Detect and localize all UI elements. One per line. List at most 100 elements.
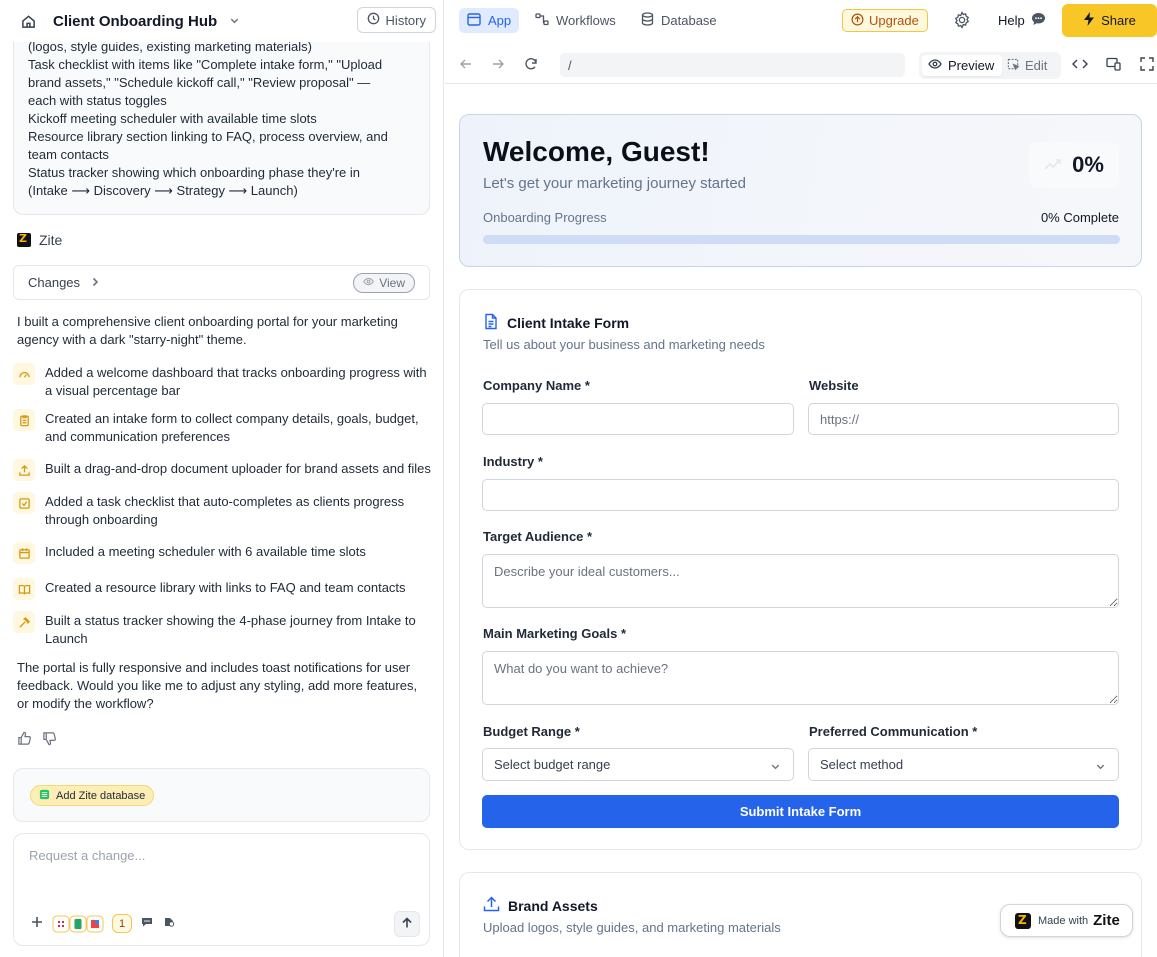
help-label: Help xyxy=(998,13,1025,28)
list-item: Built a status tracker showing the 4-pha… xyxy=(13,611,433,648)
app-preview: Welcome, Guest! Let's get your marketing… xyxy=(445,85,1157,957)
marketing-goals-label: Main Marketing Goals * xyxy=(483,626,627,641)
communication-label: Preferred Communication * xyxy=(809,724,978,739)
spec-line: each with status toggles xyxy=(28,93,167,108)
thumbs-down-icon[interactable] xyxy=(42,731,57,749)
target-audience-textarea[interactable] xyxy=(482,554,1119,608)
feedback-buttons xyxy=(17,731,57,749)
budget-range-select[interactable]: Select budget range xyxy=(482,748,794,781)
submit-intake-button[interactable]: Submit Intake Form xyxy=(482,795,1119,828)
spec-line: Task checklist with items like "Complete… xyxy=(28,57,383,72)
feature-text: Included a meeting scheduler with 6 avai… xyxy=(45,544,366,559)
responsive-view-icon[interactable] xyxy=(1106,57,1122,74)
view-changes-button[interactable]: View xyxy=(353,273,415,293)
progress-bar xyxy=(483,235,1120,244)
tab-app-label: App xyxy=(488,13,512,28)
tab-app[interactable]: App xyxy=(459,8,520,33)
refresh-icon[interactable] xyxy=(524,57,538,74)
project-title[interactable]: Client Onboarding Hub xyxy=(53,13,217,30)
list-item: Created an intake form to collect compan… xyxy=(13,409,433,446)
project-header: Client Onboarding Hub History xyxy=(0,0,444,42)
calendar-icon xyxy=(13,542,35,564)
url-text: / xyxy=(568,57,572,73)
chevron-down-icon xyxy=(770,760,781,775)
chat-composer: 1 xyxy=(13,833,430,946)
preview-mode-button[interactable]: Preview xyxy=(922,55,1002,76)
changes-row[interactable]: Changes View xyxy=(13,265,430,300)
welcome-subtitle: Let's get your marketing journey started xyxy=(483,175,746,192)
assistant-intro: I built a comprehensive client onboardin… xyxy=(17,314,398,347)
tab-workflows[interactable]: Workflows xyxy=(527,8,624,33)
chevron-down-icon[interactable] xyxy=(229,14,240,29)
add-database-button[interactable]: Add Zite database xyxy=(30,785,155,806)
send-button[interactable] xyxy=(394,911,420,937)
view-label: View xyxy=(379,276,405,290)
chat-bubble-icon xyxy=(1031,12,1046,29)
feature-text: Built a status tracker showing the 4-pha… xyxy=(45,613,416,646)
industry-label: Industry * xyxy=(483,454,543,469)
spec-line: (logos, style guides, existing marketing… xyxy=(28,42,312,54)
made-with-zite-badge[interactable]: Made with Zite xyxy=(1000,904,1133,937)
feature-text: Created a resource library with links to… xyxy=(45,580,406,595)
select-cursor-icon xyxy=(1007,58,1020,74)
upgrade-button[interactable]: Upgrade xyxy=(842,9,928,32)
integrations-icon[interactable] xyxy=(52,914,104,933)
add-database-label: Add Zite database xyxy=(56,789,146,802)
marketing-goals-textarea[interactable] xyxy=(482,651,1119,705)
checkbox-icon xyxy=(13,492,35,514)
home-icon[interactable] xyxy=(19,12,37,30)
spec-line: Status tracker showing which onboarding … xyxy=(28,165,361,180)
progress-percent: 0% xyxy=(1072,152,1104,177)
fullscreen-icon[interactable] xyxy=(1140,57,1154,74)
chat-bubble-icon[interactable] xyxy=(140,915,154,932)
progress-label: Onboarding Progress xyxy=(483,210,607,225)
feature-text: Created an intake form to collect compan… xyxy=(45,411,419,444)
budget-selected-value: Select budget range xyxy=(494,757,611,772)
intake-form-title: Client Intake Form xyxy=(507,315,630,331)
forward-arrow-icon[interactable] xyxy=(491,57,505,74)
website-label: Website xyxy=(809,378,859,393)
list-item: Built a drag-and-drop document uploader … xyxy=(13,459,433,481)
workflow-icon xyxy=(535,12,549,29)
website-input[interactable] xyxy=(808,403,1119,435)
database-suggestion-card: Add Zite database xyxy=(13,768,430,822)
welcome-title: Welcome, Guest! xyxy=(483,136,710,167)
list-item: Added a task checklist that auto-complet… xyxy=(13,492,433,529)
chat-input[interactable] xyxy=(29,848,409,863)
tab-database-label: Database xyxy=(661,13,717,28)
settings-button[interactable] xyxy=(953,11,971,32)
code-icon[interactable] xyxy=(1072,57,1088,74)
help-button[interactable]: Help xyxy=(998,12,1046,29)
progress-percent-box: 0% xyxy=(1029,142,1119,188)
gear-icon xyxy=(953,11,971,32)
plus-icon[interactable] xyxy=(30,915,44,932)
zite-logo-icon xyxy=(17,232,31,247)
made-with-brand: Zite xyxy=(1093,912,1120,929)
brand-assets-title: Brand Assets xyxy=(508,897,598,914)
top-navigation: App Workflows Database Upgrade Help Shar… xyxy=(445,0,1157,42)
edit-mode-button[interactable]: Edit xyxy=(1007,55,1047,76)
integrations-count-badge[interactable]: 1 xyxy=(112,914,133,933)
palette-icon[interactable] xyxy=(162,915,176,932)
share-button[interactable]: Share xyxy=(1062,4,1157,37)
upgrade-label: Upgrade xyxy=(869,13,919,28)
spec-message-card: (logos, style guides, existing marketing… xyxy=(13,42,430,215)
chevron-right-icon xyxy=(90,275,100,290)
thumbs-up-icon[interactable] xyxy=(17,731,32,749)
hammer-icon xyxy=(13,611,35,633)
welcome-card: Welcome, Guest! Let's get your marketing… xyxy=(459,114,1142,267)
list-item: Added a welcome dashboard that tracks on… xyxy=(13,363,433,400)
feature-text: Added a welcome dashboard that tracks on… xyxy=(45,365,427,398)
target-audience-label: Target Audience * xyxy=(483,529,593,544)
share-label: Share xyxy=(1101,13,1136,28)
communication-select[interactable]: Select method xyxy=(808,748,1119,781)
preview-label: Preview xyxy=(948,58,995,73)
tab-database[interactable]: Database xyxy=(633,8,725,33)
back-arrow-icon[interactable] xyxy=(459,57,473,74)
industry-input[interactable] xyxy=(482,479,1119,511)
url-bar[interactable]: / xyxy=(560,53,905,77)
company-name-input[interactable] xyxy=(482,403,794,435)
spec-line: team contacts xyxy=(28,147,109,162)
history-button[interactable]: History xyxy=(356,7,436,33)
gauge-icon xyxy=(13,363,35,385)
